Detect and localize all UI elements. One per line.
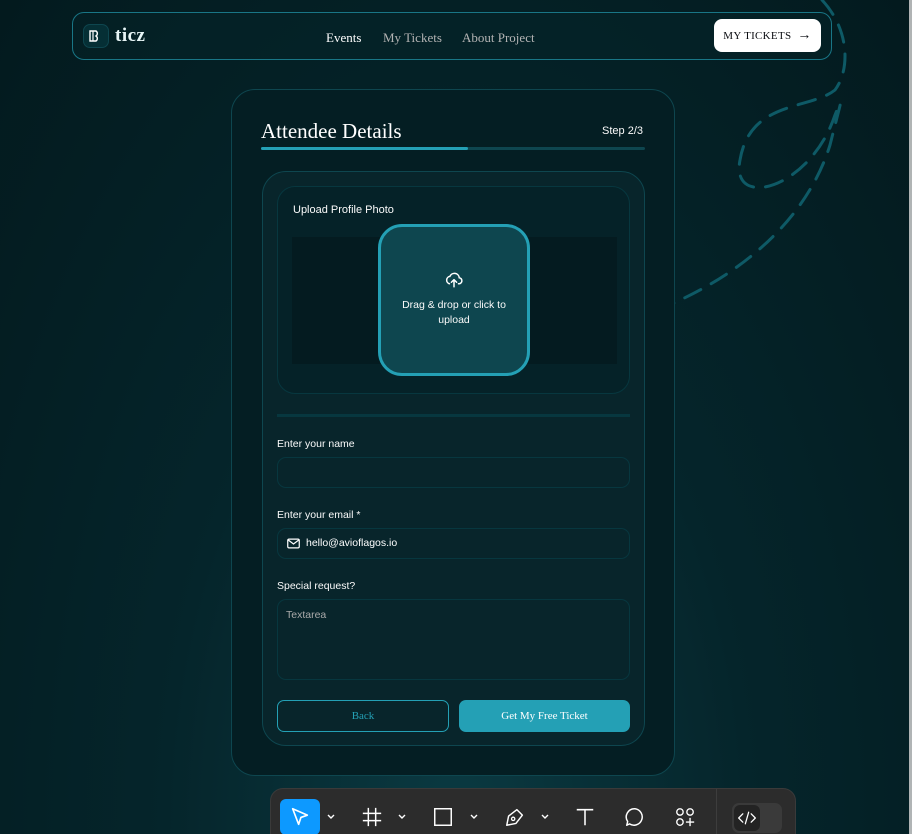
move-tool[interactable] — [280, 799, 320, 834]
main-nav: Events My Tickets About Project — [326, 30, 535, 46]
frame-tool[interactable] — [357, 799, 387, 834]
get-free-ticket-button[interactable]: Get My Free Ticket — [459, 700, 630, 732]
mail-icon — [287, 538, 300, 549]
email-input[interactable]: hello@avioflagos.io — [277, 528, 630, 559]
back-button[interactable]: Back — [277, 700, 449, 732]
attendee-card: Attendee Details Step 2/3 Upload Profile… — [231, 89, 675, 776]
cloud-upload-icon — [445, 272, 463, 288]
toolbar-divider — [716, 789, 717, 834]
design-toolbar — [270, 788, 796, 834]
special-request-label: Special request? — [277, 580, 356, 592]
nav-events[interactable]: Events — [326, 30, 383, 46]
name-label: Enter your name — [277, 438, 355, 450]
dropzone-text: Drag & drop or click to upload — [402, 299, 506, 326]
chevron-down-icon[interactable] — [540, 813, 550, 821]
text-tool[interactable] — [570, 799, 600, 834]
nav-about-project[interactable]: About Project — [462, 30, 535, 46]
pen-icon — [506, 808, 524, 826]
email-value: hello@avioflagos.io — [306, 537, 398, 549]
rectangle-icon — [434, 808, 452, 826]
logo-text: ticz — [115, 25, 146, 46]
logo-icon — [83, 24, 109, 48]
nav-my-tickets[interactable]: My Tickets — [383, 30, 462, 46]
email-label: Enter your email * — [277, 509, 361, 521]
special-request-textarea[interactable]: Textarea — [277, 599, 630, 680]
name-input[interactable] — [277, 457, 630, 488]
form-container: Upload Profile Photo Drag & drop or clic… — [262, 171, 645, 746]
text-icon — [576, 808, 594, 826]
progress-bar — [261, 147, 645, 150]
chevron-down-icon[interactable] — [397, 813, 407, 821]
progress-bar-fill — [261, 147, 469, 150]
dev-mode-icon — [738, 811, 756, 825]
chevron-down-icon[interactable] — [469, 813, 479, 821]
dev-mode-knob — [734, 805, 760, 831]
pen-tool[interactable] — [500, 799, 530, 834]
textarea-placeholder: Textarea — [286, 609, 327, 621]
upload-section: Upload Profile Photo Drag & drop or clic… — [277, 186, 630, 394]
logo[interactable]: ticz — [83, 24, 145, 48]
upload-label: Upload Profile Photo — [293, 204, 394, 216]
move-icon — [291, 807, 309, 826]
frame-icon — [362, 807, 382, 827]
rectangle-tool[interactable] — [428, 799, 458, 834]
section-divider — [277, 414, 630, 417]
comment-tool[interactable] — [620, 799, 650, 834]
dev-mode-toggle[interactable] — [732, 803, 782, 833]
photo-dropzone[interactable]: Drag & drop or click to upload — [378, 224, 530, 376]
comment-icon — [625, 808, 643, 826]
step-indicator: Step 2/3 — [602, 125, 643, 137]
actions-icon — [676, 808, 695, 827]
page-title: Attendee Details — [261, 119, 402, 143]
actions-tool[interactable] — [670, 799, 700, 834]
chevron-down-icon[interactable] — [326, 813, 336, 821]
